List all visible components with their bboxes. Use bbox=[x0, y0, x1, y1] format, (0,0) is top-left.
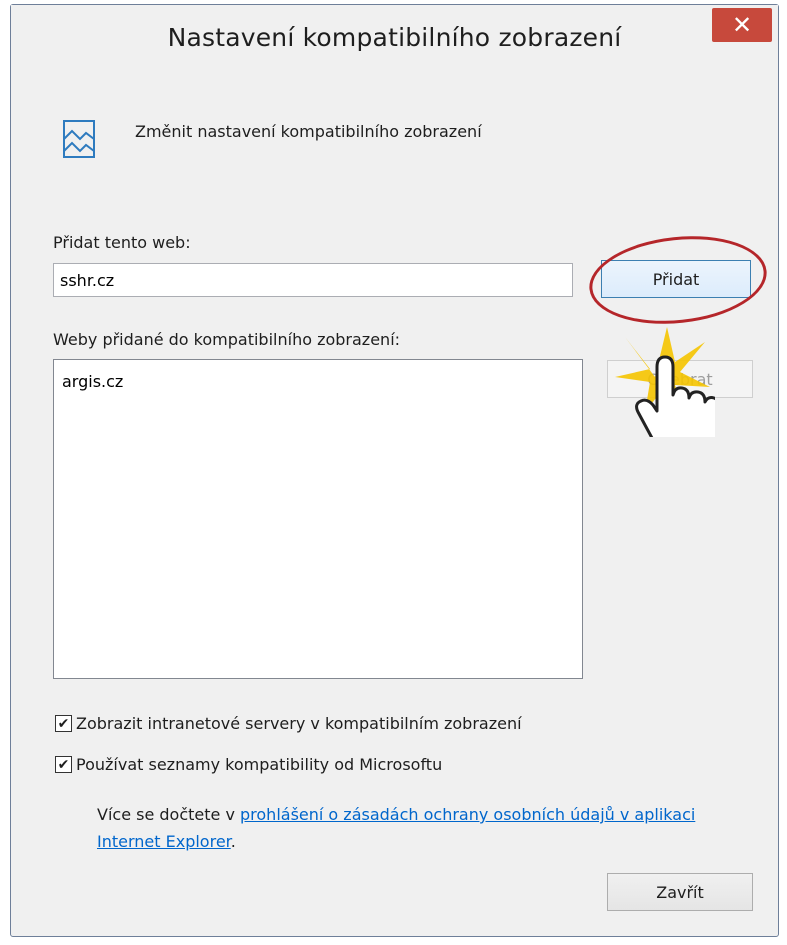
title-bar[interactable]: Nastavení kompatibilního zobrazení ✕ bbox=[11, 5, 778, 77]
hand-cursor-icon bbox=[615, 327, 715, 437]
added-sites-list[interactable]: argis.cz bbox=[53, 359, 583, 679]
info-prefix: Více se dočtete v bbox=[97, 805, 240, 824]
intranet-option[interactable]: ✔ Zobrazit intranetové servery v kompati… bbox=[55, 714, 522, 733]
microsoft-list-checkbox[interactable]: ✔ bbox=[55, 756, 72, 773]
close-window-button[interactable]: ✕ bbox=[712, 8, 772, 42]
dialog-content: Změnit nastavení kompatibilního zobrazen… bbox=[25, 77, 772, 922]
window-title: Nastavení kompatibilního zobrazení bbox=[167, 23, 622, 52]
header-title: Změnit nastavení kompatibilního zobrazen… bbox=[135, 122, 482, 141]
intranet-label: Zobrazit intranetové servery v kompatibi… bbox=[76, 714, 522, 733]
close-button[interactable]: Zavřít bbox=[607, 873, 753, 911]
intranet-checkbox[interactable]: ✔ bbox=[55, 715, 72, 732]
add-site-input[interactable]: sshr.cz bbox=[53, 263, 573, 297]
list-item[interactable]: argis.cz bbox=[62, 372, 123, 391]
info-suffix: . bbox=[230, 832, 236, 851]
microsoft-list-option[interactable]: ✔ Používat seznamy kompatibility od Micr… bbox=[55, 755, 442, 774]
added-sites-label: Weby přidané do kompatibilního zobrazení… bbox=[53, 330, 401, 349]
compatibility-view-dialog: Nastavení kompatibilního zobrazení ✕ Změ… bbox=[10, 4, 779, 937]
privacy-info: Více se dočtete v prohlášení o zásadách … bbox=[97, 801, 737, 855]
microsoft-list-label: Používat seznamy kompatibility od Micros… bbox=[76, 755, 443, 774]
compatibility-view-icon bbox=[63, 120, 95, 158]
add-site-label: Přidat tento web: bbox=[53, 233, 191, 252]
